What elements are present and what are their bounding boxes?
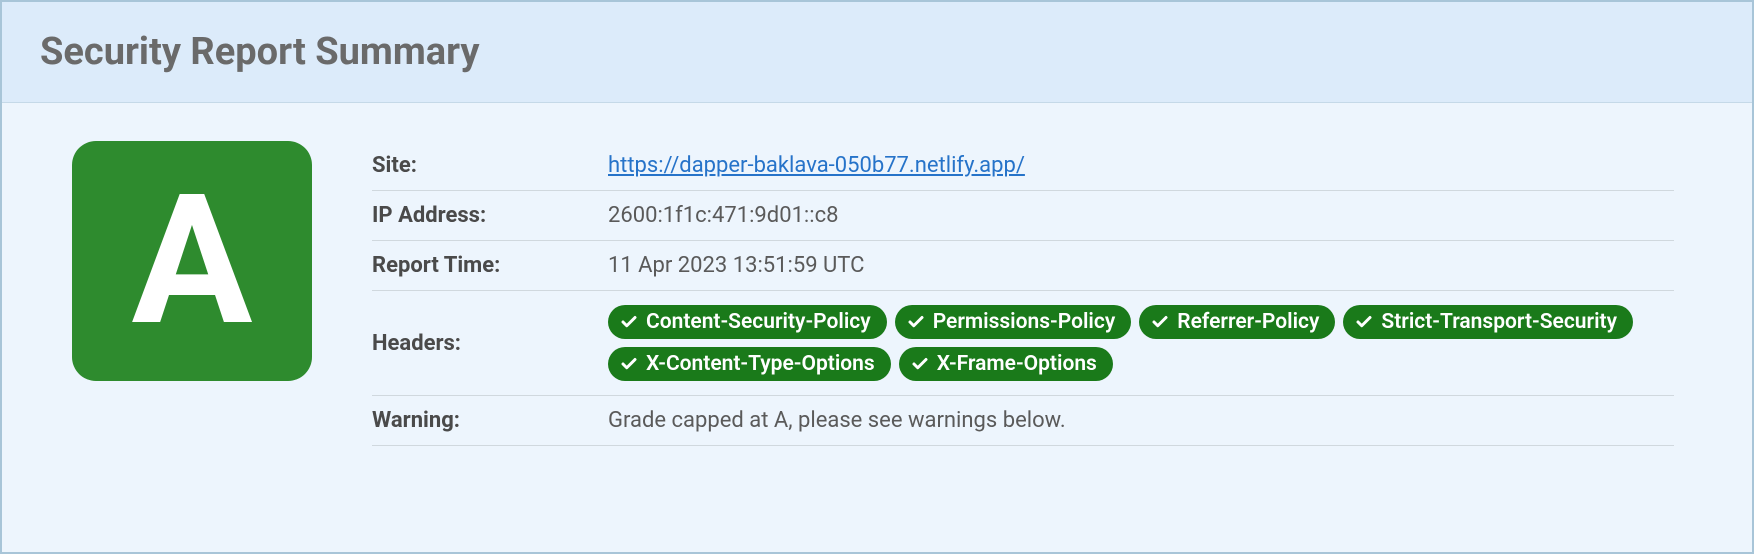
header-badge: Strict-Transport-Security: [1343, 305, 1633, 339]
header-badge: X-Content-Type-Options: [608, 347, 891, 381]
panel-body: A Site: https://dapper-baklava-050b77.ne…: [2, 103, 1752, 484]
badge-label: Referrer-Policy: [1177, 310, 1319, 334]
value-headers: Content-Security-Policy Permissions-Polic…: [608, 305, 1674, 381]
panel-header: Security Report Summary: [2, 2, 1752, 103]
label-ip: IP Address:: [372, 203, 608, 228]
details-table: Site: https://dapper-baklava-050b77.netl…: [372, 141, 1674, 446]
badge-label: Content-Security-Policy: [646, 310, 871, 334]
header-badge: Referrer-Policy: [1139, 305, 1335, 339]
check-icon: [1151, 313, 1169, 331]
value-site: https://dapper-baklava-050b77.netlify.ap…: [608, 153, 1674, 178]
check-icon: [907, 313, 925, 331]
panel-title: Security Report Summary: [40, 30, 1714, 74]
grade-box: A: [72, 141, 312, 381]
check-icon: [620, 313, 638, 331]
header-badge: Content-Security-Policy: [608, 305, 887, 339]
row-headers: Headers: Content-Security-Policy Permissi…: [372, 291, 1674, 396]
label-site: Site:: [372, 153, 608, 178]
badge-label: X-Content-Type-Options: [646, 352, 875, 376]
check-icon: [911, 355, 929, 373]
badge-label: Permissions-Policy: [933, 310, 1116, 334]
label-headers: Headers:: [372, 331, 608, 356]
label-warning: Warning:: [372, 408, 608, 433]
check-icon: [1355, 313, 1373, 331]
label-report-time: Report Time:: [372, 253, 608, 278]
grade-letter: A: [132, 171, 253, 351]
badge-label: Strict-Transport-Security: [1381, 310, 1617, 334]
row-warning: Warning: Grade capped at A, please see w…: [372, 396, 1674, 446]
row-ip: IP Address: 2600:1f1c:471:9d01::c8: [372, 191, 1674, 241]
security-report-panel: Security Report Summary A Site: https://…: [0, 0, 1754, 554]
check-icon: [620, 355, 638, 373]
value-warning: Grade capped at A, please see warnings b…: [608, 408, 1674, 433]
header-badge: X-Frame-Options: [899, 347, 1113, 381]
header-badge: Permissions-Policy: [895, 305, 1132, 339]
site-link[interactable]: https://dapper-baklava-050b77.netlify.ap…: [608, 153, 1025, 178]
badges-container: Content-Security-Policy Permissions-Polic…: [608, 305, 1674, 381]
row-site: Site: https://dapper-baklava-050b77.netl…: [372, 141, 1674, 191]
value-report-time: 11 Apr 2023 13:51:59 UTC: [608, 253, 1674, 278]
badge-label: X-Frame-Options: [937, 352, 1097, 376]
value-ip: 2600:1f1c:471:9d01::c8: [608, 203, 1674, 228]
row-report-time: Report Time: 11 Apr 2023 13:51:59 UTC: [372, 241, 1674, 291]
